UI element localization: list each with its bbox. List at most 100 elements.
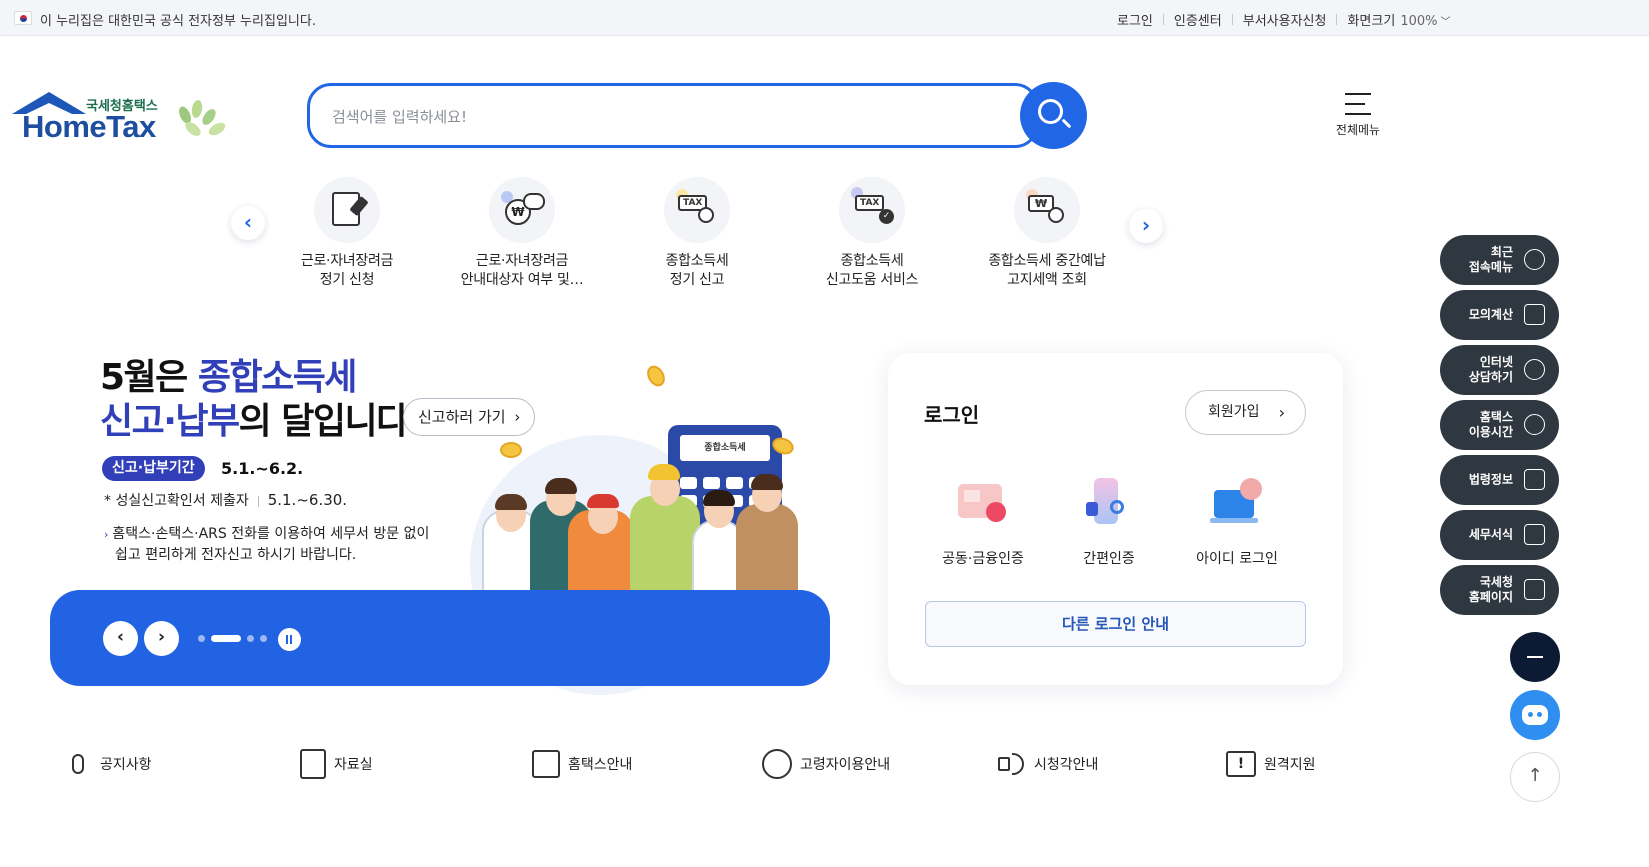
search-button[interactable] [1020,82,1087,149]
confirmation-date: 5.1.~6.30. [267,491,348,509]
login-panel: 로그인 회원가입 › 공동·금융인증 간편인증 아이디 로그인 다른 로그인 안… [888,353,1343,685]
document-icon [1524,524,1545,545]
other-login-button[interactable]: 다른 로그인 안내 [925,601,1306,647]
quick-item-line1: 종합소득세 [665,253,729,269]
join-button[interactable]: 회원가입 › [1185,390,1306,435]
leaf-icon [190,99,204,119]
collapse-menu-button[interactable] [1510,632,1560,682]
chatbot-button[interactable] [1510,690,1560,740]
float-consult[interactable]: 인터넷 상담하기 [1440,345,1559,395]
slide-dot-active[interactable] [211,635,241,642]
slide-dot[interactable] [198,635,205,642]
hometax-logo[interactable]: 국세청홈택스 HomeTax [12,92,232,152]
float-hours[interactable]: 홈택스 이용시간 [1440,400,1559,450]
bottom-link-guide[interactable]: 홈택스안내 [532,748,632,780]
slide-dot[interactable] [247,635,254,642]
korea-flag-icon [14,11,32,25]
elderly-face-icon [762,749,792,779]
divider [1231,14,1233,25]
alarm-icon [1524,414,1545,435]
gov-bar: 이 누리집은 대한민국 공식 전자정부 누리집입니다. 로그인 인증센터 부서사… [0,0,1649,36]
quick-item-line2: 정기 신청 [319,272,375,288]
period-date: 5.1.~6.2. [221,459,304,478]
confirmation-label: 성실신고확인서 제출자 [115,493,249,509]
login-option-id[interactable]: 아이디 로그인 [1177,476,1297,568]
search-icon [1038,99,1063,124]
banner-pagination [198,635,273,642]
form-pen-icon [314,177,380,243]
util-dept-user-link[interactable]: 부서사용자신청 [1243,10,1327,29]
monitor-alert-icon: ! [1226,751,1256,777]
bottom-link-audiovisual[interactable]: 시청각안내 [996,748,1098,780]
archive-icon [300,749,326,779]
bottom-link-elderly[interactable]: 고령자이용안내 [762,748,890,780]
login-option-label: 공동·금융인증 [942,551,1024,567]
banner-next-button[interactable]: › [144,621,179,656]
divider [1162,14,1164,25]
person-worker [630,496,700,600]
float-law-info[interactable]: 법령정보 [1440,455,1559,505]
login-option-certificate[interactable]: 공동·금융인증 [923,476,1043,568]
hamburger-icon [1345,93,1371,115]
banner-prev-button[interactable]: ‹ [103,621,138,656]
building-icon [1524,579,1545,600]
quick-item-line2: 고지세액 조회 [1007,272,1087,288]
quick-item[interactable]: 근로·자녀장려금 정기 신청 [272,177,422,290]
quick-item-line2: 정기 신고 [669,272,725,288]
quick-next-button[interactable]: › [1129,209,1163,243]
tax-search-icon: TAX [664,177,730,243]
quick-item-line1: 종합소득세 중간예납 [988,253,1106,269]
login-option-simple[interactable]: 간편인증 [1049,476,1169,568]
utility-links: 로그인 인증센터 부서사용자신청 화면크기 100% ﹀ [1117,10,1450,29]
quick-item-line2: 신고도움 서비스 [825,272,919,288]
all-menu-button[interactable]: 전체메뉴 [1332,93,1384,143]
won-search-icon: ₩ [1014,177,1080,243]
money-chat-icon: ₩ [489,177,555,243]
float-simulation[interactable]: 모의계산 [1440,290,1559,340]
join-label: 회원가입 [1208,404,1260,420]
chevron-right-icon: › [1141,213,1151,237]
clock-icon [1524,249,1545,270]
quick-item-line1: 근로·자녀장려금 [475,253,569,269]
float-tax-forms[interactable]: 세무서식 [1440,510,1559,560]
arrow-right-icon: › [104,528,109,541]
scroll-top-button[interactable]: ↑ [1510,752,1560,802]
laptop-power-icon [1208,476,1266,530]
banner-illustration: 종합소득세 [440,360,840,695]
util-cert-center-link[interactable]: 인증센터 [1174,10,1222,29]
util-zoom-control[interactable]: 화면크기 100% ﹀ [1347,10,1450,29]
tax-check-icon: TAX ✓ [839,177,905,243]
speaker-icon [996,749,1026,779]
zoom-label: 화면크기 [1347,14,1396,29]
quick-item[interactable]: ₩ 근로·자녀장려금안내대상자 여부 및… [447,177,597,290]
quick-item[interactable]: TAX 종합소득세정기 신고 [622,177,772,290]
float-recent-menu[interactable]: 최근 접속메뉴 [1440,235,1559,285]
logo-name: HomeTax [22,109,156,144]
quick-item[interactable]: TAX ✓ 종합소득세 신고도움 서비스 [797,177,947,290]
bottom-link-archive[interactable]: 자료실 [300,748,373,780]
search-input[interactable] [332,104,1012,130]
float-nts-homepage[interactable]: 국세청 홈페이지 [1440,565,1559,615]
quick-item-line2: 안내대상자 여부 및… [460,272,584,288]
chevron-down-icon: ﹀ [1440,17,1451,28]
quick-prev-button[interactable]: ‹ [231,206,265,240]
quick-item[interactable]: ₩ 종합소득세 중간예납고지세액 조회 [972,177,1122,290]
search-box [307,83,1039,148]
bottom-link-notice[interactable]: 공지사항 [64,748,152,780]
phone-search-icon [1080,476,1138,530]
slide-dot[interactable] [260,635,267,642]
chevron-left-icon: ‹ [243,210,253,234]
leaf-icon [182,119,204,139]
gov-notice-text: 이 누리집은 대한민국 공식 전자정부 누리집입니다. [40,14,316,29]
chevron-right-icon: › [157,627,165,647]
zoom-value: 100% [1400,14,1438,29]
person-merchant [736,504,798,600]
period-badge: 신고·납부기간 [102,456,205,481]
coin-icon [643,362,669,390]
pause-icon[interactable] [278,628,301,651]
banner-title: 5월은 종합소득세 신고·납부의 달입니다. [100,357,421,442]
bottom-link-remote[interactable]: ! 원격지원 [1226,748,1316,780]
chatbot-icon [1522,705,1548,725]
util-login-link[interactable]: 로그인 [1117,10,1153,29]
gavel-icon [1524,469,1545,490]
